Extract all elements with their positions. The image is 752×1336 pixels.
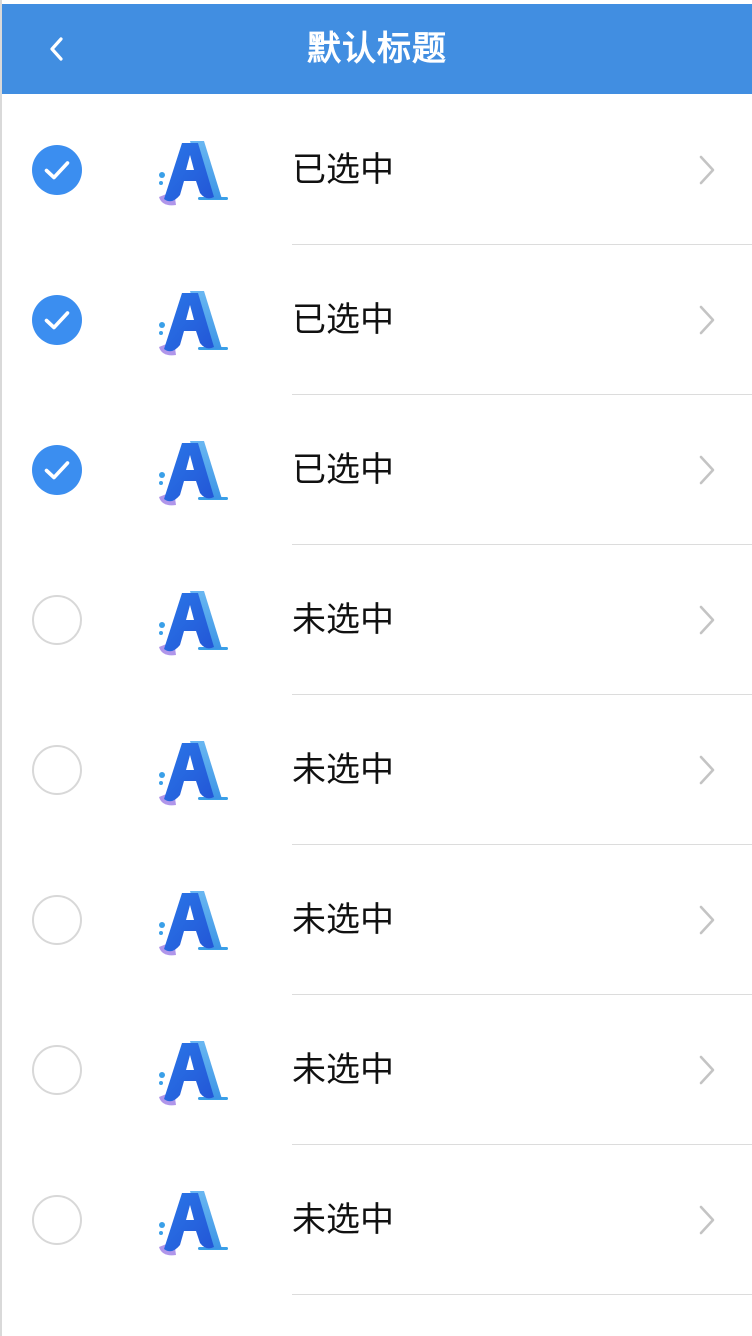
letter-a-logo-icon: [154, 1037, 232, 1111]
chevron-right-icon: [695, 453, 719, 487]
item-label: 已选中: [292, 300, 394, 340]
letter-a-logo-icon: [154, 437, 232, 511]
chevron-right-icon: [695, 153, 719, 187]
letter-a-logo-icon: [154, 137, 232, 211]
checkmark-icon: [44, 311, 70, 330]
list-item[interactable]: 未选中: [2, 695, 752, 845]
letter-a-logo-icon: [154, 1187, 232, 1261]
chevron-right-icon: [695, 753, 719, 787]
chevron-right-icon: [695, 603, 719, 637]
chevron-right-icon: [695, 1053, 719, 1087]
navigation-bar: 默认标题: [2, 4, 752, 94]
list-item[interactable]: 未选中: [2, 995, 752, 1145]
list-item[interactable]: 已选中: [2, 395, 752, 545]
item-label: 未选中: [292, 750, 394, 790]
item-label: 未选中: [292, 1200, 394, 1240]
chevron-right-icon: [695, 903, 719, 937]
letter-a-logo-icon: [154, 737, 232, 811]
checkbox-unchecked[interactable]: [32, 1195, 82, 1245]
item-label: 未选中: [292, 600, 394, 640]
item-label: 未选中: [292, 1050, 394, 1090]
item-label: 已选中: [292, 450, 394, 490]
checkmark-icon: [44, 161, 70, 180]
checkbox-unchecked[interactable]: [32, 1045, 82, 1095]
letter-a-logo-icon: [154, 587, 232, 661]
item-label: 已选中: [292, 150, 394, 190]
checkmark-icon: [44, 461, 70, 480]
checkbox-unchecked[interactable]: [32, 895, 82, 945]
list-item[interactable]: 未选中: [2, 845, 752, 995]
checkbox-checked[interactable]: [32, 445, 82, 495]
checkbox-checked[interactable]: [32, 295, 82, 345]
chevron-right-icon: [695, 303, 719, 337]
list-item[interactable]: 已选中: [2, 245, 752, 395]
item-label: 未选中: [292, 900, 394, 940]
back-button[interactable]: [32, 24, 82, 74]
chevron-left-icon: [50, 37, 63, 61]
letter-a-logo-icon: [154, 887, 232, 961]
list-item[interactable]: 未选中: [2, 1145, 752, 1295]
list-item[interactable]: 未选中: [2, 545, 752, 695]
checkbox-unchecked[interactable]: [32, 745, 82, 795]
app-screen: 默认标题 已选中 已选中 已选中 未选中 未选中 未选中 未选中 未选中: [0, 0, 752, 1336]
checkbox-checked[interactable]: [32, 145, 82, 195]
list-item[interactable]: 已选中: [2, 95, 752, 245]
selection-list: 已选中 已选中 已选中 未选中 未选中 未选中 未选中 未选中: [2, 95, 752, 1295]
page-title: 默认标题: [307, 29, 447, 69]
letter-a-logo-icon: [154, 287, 232, 361]
chevron-right-icon: [695, 1203, 719, 1237]
checkbox-unchecked[interactable]: [32, 595, 82, 645]
